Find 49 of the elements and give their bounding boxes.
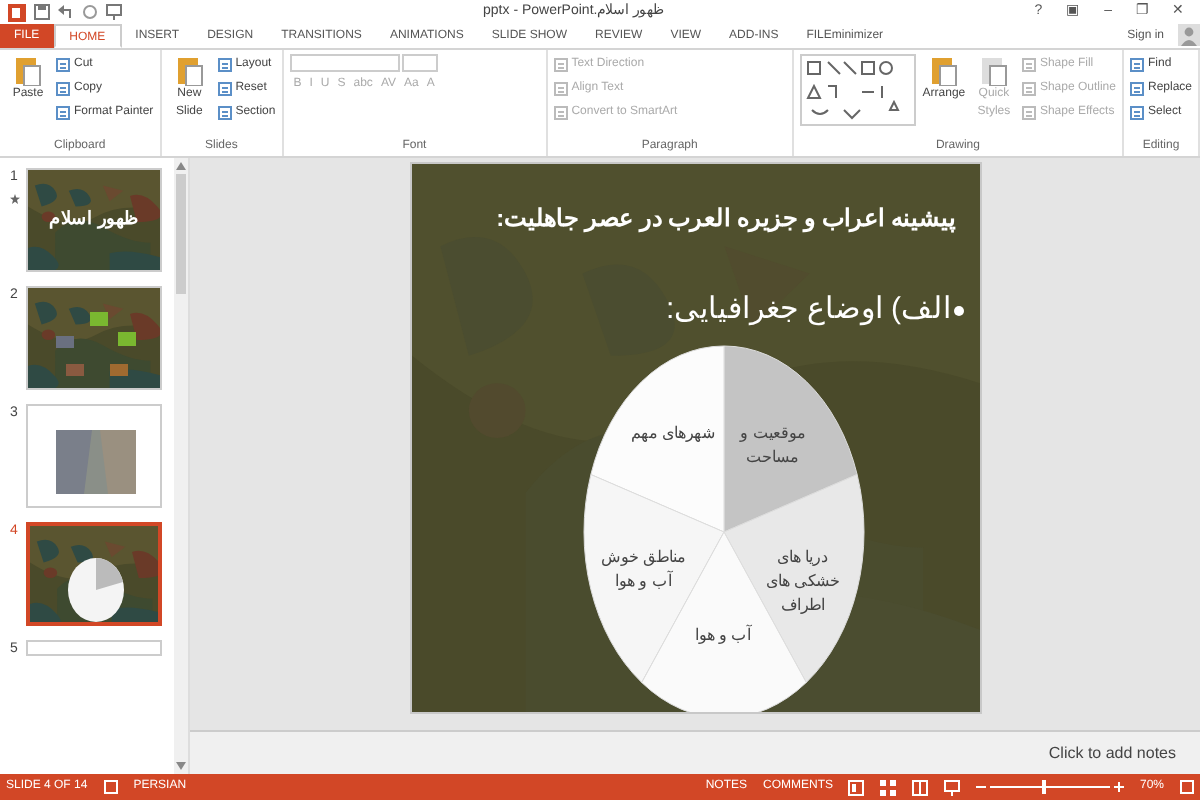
font-size-field[interactable] xyxy=(402,54,439,72)
presentation-icon[interactable] xyxy=(106,4,122,20)
scrollbar-thumb[interactable] xyxy=(176,174,186,294)
zoom-slider-thumb[interactable] xyxy=(1042,780,1047,794)
command-icon xyxy=(1021,81,1036,95)
command-icon xyxy=(217,81,232,95)
font-name-field[interactable] xyxy=(289,54,400,72)
slide-thumbnail[interactable] xyxy=(26,640,162,656)
slide-title: پیشینه اعراب و جزیره العرب در عصر جاهلیت: xyxy=(496,202,955,236)
thumbnail-title: ظهور اسلام xyxy=(49,206,139,233)
pie-chart-drawing xyxy=(66,556,126,622)
scroll-up-icon[interactable] xyxy=(176,162,186,170)
notes-placeholder[interactable]: Click to add notes xyxy=(1048,741,1176,765)
command-icon xyxy=(1021,105,1036,119)
command-icon xyxy=(553,57,568,71)
slideshow-icon[interactable] xyxy=(944,779,961,795)
bullet-text: الف) اوضاع جغرافیایی: xyxy=(666,290,951,330)
command-icon xyxy=(1021,57,1036,71)
command-icon xyxy=(56,105,70,119)
command-icon xyxy=(217,105,232,119)
command-icon xyxy=(553,81,568,95)
command-icon xyxy=(217,57,232,71)
normal-view-icon[interactable] xyxy=(848,779,865,795)
slide-thumbnail[interactable] xyxy=(26,404,162,508)
reading-view-icon[interactable] xyxy=(912,779,929,795)
command-icon xyxy=(1129,81,1144,95)
powerpoint-logo-icon xyxy=(8,3,26,21)
slice-label: مناطق خوش آب و هوا xyxy=(599,546,688,595)
fit-slide-icon[interactable] xyxy=(1180,780,1194,794)
zoom-in-icon[interactable] xyxy=(1113,782,1124,792)
slice-label: شهرهای مهم xyxy=(629,421,718,446)
scroll-down-icon[interactable] xyxy=(176,762,186,770)
slice-label: آب و هوا xyxy=(692,623,754,648)
command-icon xyxy=(56,57,70,71)
shapes-gallery-drawing[interactable] xyxy=(799,54,916,126)
slice-label: موقعیت و مساحت xyxy=(737,421,807,470)
slide-thumbnail[interactable] xyxy=(26,522,162,626)
slide-sorter-icon[interactable] xyxy=(880,779,897,795)
zoom-out-icon[interactable] xyxy=(976,782,987,792)
bullet-icon xyxy=(953,306,963,316)
save-icon[interactable] xyxy=(34,4,50,20)
command-icon xyxy=(1129,57,1144,71)
command-icon xyxy=(553,105,568,119)
slide-thumbnail[interactable] xyxy=(26,286,162,390)
slice-label: دریا های خشکی های اطراف xyxy=(763,546,843,619)
command-icon xyxy=(1129,105,1144,119)
undo-icon[interactable] xyxy=(58,4,74,20)
command-icon xyxy=(56,81,70,95)
slide-thumbnail[interactable]: ظهور اسلام xyxy=(26,168,162,272)
